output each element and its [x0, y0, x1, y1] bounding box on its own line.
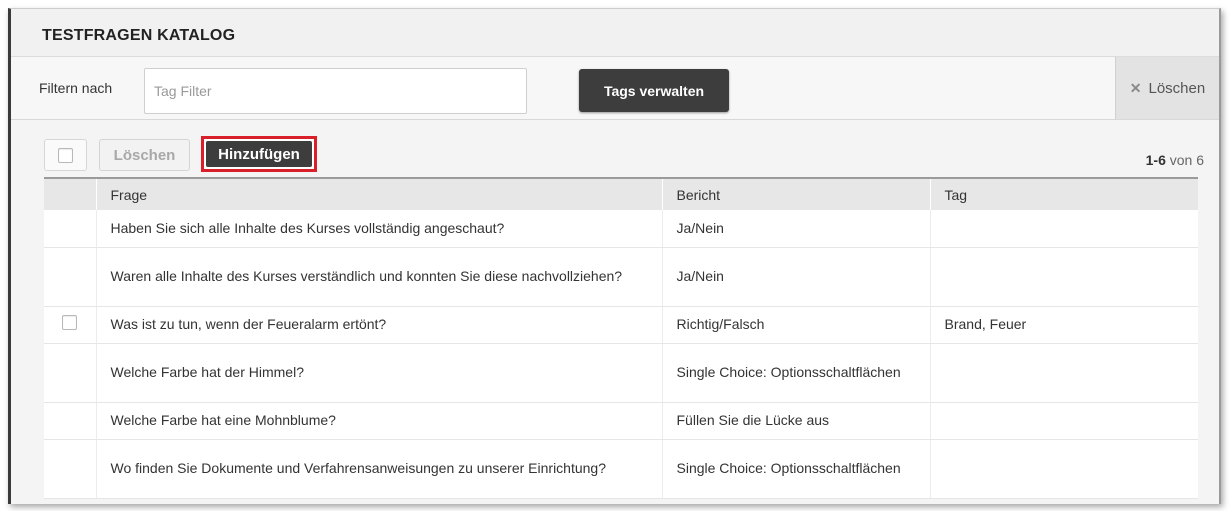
table-row[interactable]: Welche Farbe hat eine Mohnblume? Füllen … — [44, 402, 1198, 440]
filter-bar: Filtern nach Tags verwalten ✕ Löschen — [11, 57, 1219, 120]
checkbox-icon — [58, 148, 73, 163]
report-cell: Single Choice: Optionsschaltflächen — [662, 343, 931, 403]
tag-cell — [930, 343, 1198, 403]
question-cell: Welche Farbe hat eine Mohnblume? — [96, 402, 663, 440]
questions-table: Frage Bericht Tag Haben Sie sich alle In… — [44, 177, 1198, 499]
question-cell: Waren alle Inhalte des Kurses verständli… — [96, 247, 663, 307]
delete-button[interactable]: Löschen — [99, 139, 190, 171]
table-row[interactable]: Was ist zu tun, wenn der Feueralarm ertö… — [44, 306, 1198, 344]
question-cell: Welche Farbe hat der Himmel? — [96, 343, 663, 403]
column-header-bericht[interactable]: Bericht — [662, 179, 931, 210]
clear-filter-label: Löschen — [1148, 79, 1206, 97]
question-cell: Haben Sie sich alle Inhalte des Kurses v… — [96, 210, 663, 248]
row-select-cell — [44, 439, 97, 499]
row-select-cell — [44, 343, 97, 403]
column-header-frage[interactable]: Frage — [96, 179, 663, 210]
tag-cell — [930, 402, 1198, 440]
title-bar: TESTFRAGEN KATALOG — [11, 9, 1219, 57]
tag-cell: Brand, Feuer — [930, 306, 1198, 344]
column-header-tag[interactable]: Tag — [930, 179, 1198, 210]
report-cell: Ja/Nein — [662, 247, 931, 307]
page-title: TESTFRAGEN KATALOG — [42, 27, 236, 44]
select-all-checkbox[interactable] — [44, 139, 87, 171]
pagination-range: 1-6 — [1145, 152, 1166, 168]
table-row[interactable]: Waren alle Inhalte des Kurses verständli… — [44, 247, 1198, 307]
pagination-total: von 6 — [1169, 152, 1204, 168]
tag-filter-input[interactable] — [144, 68, 527, 114]
table-header-row: Frage Bericht Tag — [44, 179, 1198, 210]
pagination-info: 1-6 von 6 — [1146, 152, 1204, 168]
report-cell: Single Choice: Optionsschaltflächen — [662, 439, 931, 499]
row-checkbox[interactable] — [62, 314, 78, 330]
table-row[interactable]: Haben Sie sich alle Inhalte des Kurses v… — [44, 210, 1198, 248]
close-icon: ✕ — [1129, 79, 1142, 96]
tag-cell — [930, 210, 1198, 248]
row-select-cell — [44, 402, 97, 440]
report-cell: Richtig/Falsch — [662, 306, 931, 344]
report-cell: Ja/Nein — [662, 210, 931, 248]
header-select-column — [44, 179, 97, 210]
manage-tags-button[interactable]: Tags verwalten — [579, 69, 729, 112]
filter-label: Filtern nach — [39, 80, 113, 96]
question-cell: Wo finden Sie Dokumente und Verfahrensan… — [96, 439, 663, 499]
add-button-highlight: Hinzufügen — [201, 136, 317, 172]
row-select-cell — [44, 306, 97, 344]
clear-filter-button[interactable]: ✕ Löschen — [1115, 57, 1219, 119]
table-toolbar: Löschen Hinzufügen 1-6 von 6 — [11, 120, 1219, 176]
row-select-cell — [44, 247, 97, 307]
row-select-cell — [44, 210, 97, 248]
tag-cell — [930, 439, 1198, 499]
question-cell: Was ist zu tun, wenn der Feueralarm ertö… — [96, 306, 663, 344]
tag-cell — [930, 247, 1198, 307]
table-row[interactable]: Welche Farbe hat der Himmel? Single Choi… — [44, 343, 1198, 403]
catalog-panel: TESTFRAGEN KATALOG Filtern nach Tags ver… — [8, 8, 1221, 504]
add-button[interactable]: Hinzufügen — [206, 141, 312, 167]
table-row[interactable]: Wo finden Sie Dokumente und Verfahrensan… — [44, 439, 1198, 499]
report-cell: Füllen Sie die Lücke aus — [662, 402, 931, 440]
